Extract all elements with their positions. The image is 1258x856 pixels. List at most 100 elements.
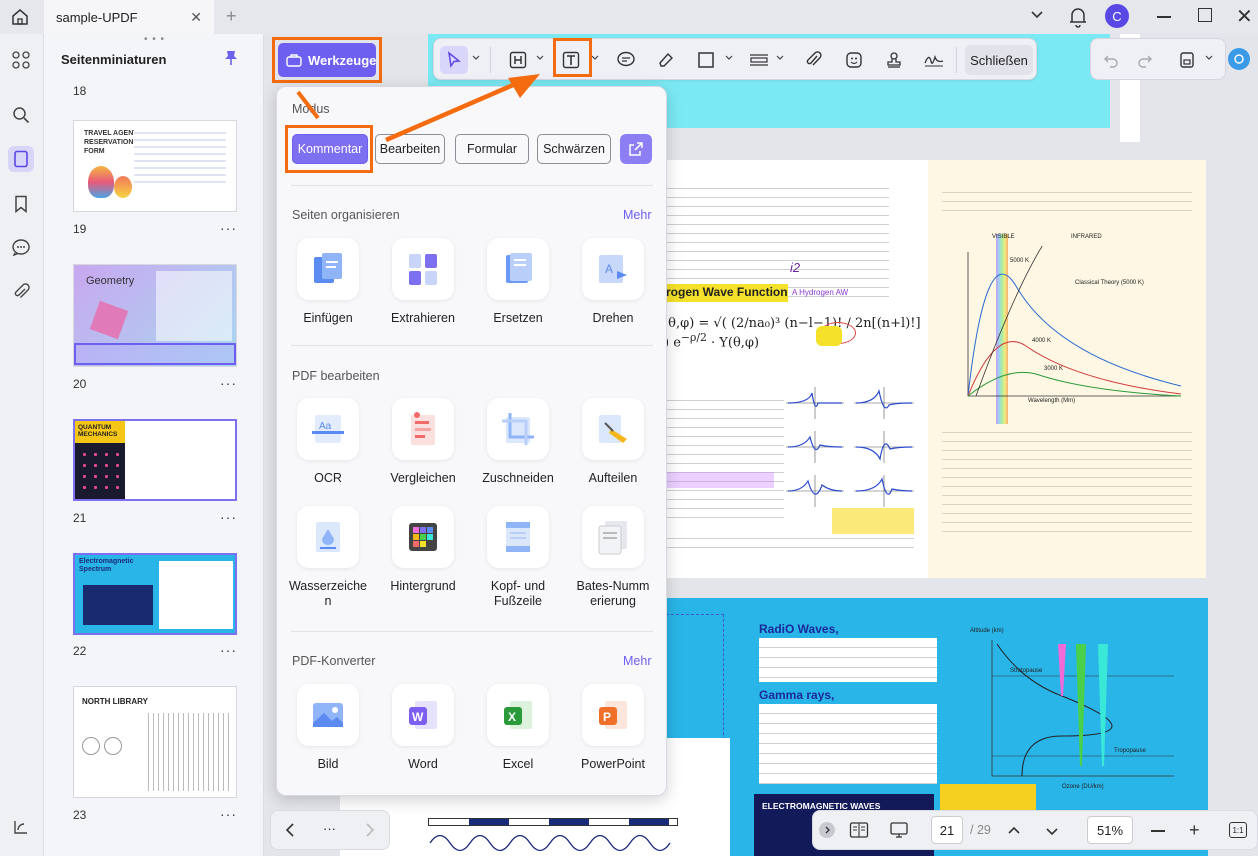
chevron-down-icon[interactable]	[725, 54, 733, 62]
minimize-icon[interactable]	[1157, 16, 1171, 18]
thumbnail-page-21[interactable]: QUANTUM MECHANICS	[73, 419, 237, 501]
layers-icon[interactable]	[8, 814, 34, 840]
mode-formular[interactable]: Formular	[455, 134, 529, 164]
new-tab-icon[interactable]: +	[226, 6, 237, 27]
signature-icon[interactable]	[920, 46, 948, 74]
stamp-icon[interactable]	[880, 46, 908, 74]
thumbnail-page-22[interactable]: Electromagnetic Spectrum	[73, 553, 237, 635]
save-icon[interactable]	[1173, 46, 1201, 74]
tile-ersetzen[interactable]: Ersetzen	[476, 238, 560, 326]
geometry-diagram	[156, 271, 232, 341]
nav-more-icon[interactable]: ···	[323, 821, 336, 836]
tile-aufteilen-label: Aufteilen	[588, 471, 638, 485]
zoom-in-icon[interactable]: +	[1189, 821, 1200, 839]
sticker-icon[interactable]	[840, 46, 868, 74]
tile-ocr-label: OCR	[314, 471, 342, 485]
actual-size-icon[interactable]: 1:1	[1229, 822, 1247, 838]
document-tab[interactable]: sample-UPDF ✕	[44, 0, 214, 34]
thumbnail-more-22[interactable]: ···	[220, 642, 237, 658]
chevron-down-icon[interactable]	[1030, 8, 1044, 23]
ai-assistant-icon[interactable]	[1228, 48, 1250, 70]
two-page-view-icon[interactable]	[849, 821, 869, 842]
tile-bild[interactable]: Bild	[286, 684, 370, 772]
tile-zuschneiden[interactable]: Zuschneiden	[476, 398, 560, 486]
tile-word-label: Word	[408, 757, 438, 771]
tile-drehen[interactable]: A Drehen	[571, 238, 655, 326]
page-down-icon[interactable]	[1045, 825, 1059, 840]
svg-text:W: W	[412, 710, 424, 724]
tile-kopf-fusszeile[interactable]: Kopf- und Fußzeile	[476, 506, 560, 609]
current-page-input[interactable]: 21	[931, 816, 963, 844]
wavelength-axis-label: Wavelength (Mm)	[1028, 398, 1076, 404]
thumbnail-page-23[interactable]: NORTH LIBRARY	[73, 686, 237, 798]
highlight-tool[interactable]	[504, 46, 532, 74]
bell-icon[interactable]	[1068, 6, 1088, 31]
mode-schwaerzen[interactable]: Schwärzen	[537, 134, 611, 164]
thumbnail-panel-title: Seitenminiaturen	[61, 52, 167, 67]
thumbnail-more-20[interactable]: ···	[220, 375, 237, 391]
shape-tool[interactable]	[692, 46, 720, 74]
measure-tool[interactable]	[745, 46, 773, 74]
thumbnail-more-19[interactable]: ···	[220, 220, 237, 236]
replace-page-icon	[487, 238, 549, 300]
chevron-down-icon[interactable]	[776, 54, 784, 62]
attachment-icon[interactable]	[8, 279, 34, 305]
tile-extrahieren[interactable]: Extrahieren	[381, 238, 465, 326]
collapse-icon[interactable]	[819, 822, 835, 838]
chevron-down-icon[interactable]	[536, 54, 544, 62]
avatar[interactable]: C	[1105, 4, 1129, 28]
chevron-down-icon[interactable]	[1205, 54, 1213, 62]
tile-hintergrund[interactable]: Hintergrund	[381, 506, 465, 594]
convert-more-link[interactable]: Mehr	[623, 654, 651, 668]
comment-icon[interactable]	[8, 234, 34, 260]
tile-einfuegen[interactable]: Einfügen	[286, 238, 370, 326]
close-window-icon[interactable]: ✕	[1236, 4, 1253, 29]
maximize-icon[interactable]	[1198, 8, 1212, 22]
drag-handle[interactable]: • • •	[144, 34, 165, 45]
wave-strip	[429, 834, 671, 852]
tile-ocr[interactable]: Aa OCR	[286, 398, 370, 486]
search-icon[interactable]	[8, 102, 34, 128]
organize-more-link[interactable]: Mehr	[623, 208, 651, 222]
page-up-icon[interactable]	[1007, 823, 1021, 838]
mode-bearbeiten[interactable]: Bearbeiten	[375, 134, 445, 164]
tile-aufteilen[interactable]: Aufteilen	[571, 398, 655, 486]
external-link-icon[interactable]	[620, 134, 652, 164]
tile-powerpoint[interactable]: P PowerPoint	[571, 684, 655, 772]
thumbnails-icon[interactable]	[8, 146, 34, 172]
select-tool[interactable]	[440, 46, 468, 74]
spectrum-bar	[428, 818, 678, 826]
thumbnail-more-23[interactable]: ···	[220, 806, 237, 822]
zoom-out-icon[interactable]	[1151, 830, 1165, 832]
grid-icon[interactable]	[8, 47, 34, 73]
thumbnail-page-20[interactable]: Geometry	[73, 264, 237, 367]
document-page-21[interactable]: i2 rogen Wave Function A Hydrogen AW ,θ,…	[664, 160, 1206, 578]
bookmark-icon[interactable]	[8, 191, 34, 217]
tile-wasserzeichen[interactable]: Wasserzeiche n	[286, 506, 370, 609]
presentation-icon[interactable]	[889, 821, 909, 842]
thumbnail-more-21[interactable]: ···	[220, 509, 237, 525]
image-convert-icon	[297, 684, 359, 746]
chevron-down-icon[interactable]	[472, 54, 480, 62]
comment-tool[interactable]	[612, 46, 640, 74]
tile-bates[interactable]: Bates-Numm erierung	[571, 506, 655, 609]
pin-icon[interactable]	[224, 50, 238, 69]
tile-word[interactable]: W Word	[381, 684, 465, 772]
library-circle-1	[82, 737, 100, 755]
zoom-level[interactable]: 51%	[1087, 816, 1133, 844]
close-toolbar-button[interactable]: Schließen	[965, 45, 1033, 75]
tile-extrahieren-label: Extrahieren	[391, 311, 455, 325]
undo-icon[interactable]	[1097, 46, 1125, 74]
chevron-down-icon[interactable]	[591, 54, 599, 62]
body-text-block-1	[664, 180, 889, 298]
thumbnail-page-19[interactable]: TRAVEL AGENT RESERVATION FORM	[73, 120, 237, 212]
eraser-tool[interactable]	[652, 46, 680, 74]
chevron-left-icon[interactable]	[285, 822, 295, 841]
redo-icon[interactable]	[1131, 46, 1159, 74]
tile-vergleichen[interactable]: Vergleichen	[381, 398, 465, 486]
chevron-right-icon[interactable]	[365, 822, 375, 841]
close-tab-icon[interactable]: ✕	[190, 9, 202, 26]
home-icon[interactable]	[6, 5, 34, 29]
tile-excel[interactable]: X Excel	[476, 684, 560, 772]
paperclip-icon[interactable]	[800, 46, 828, 74]
